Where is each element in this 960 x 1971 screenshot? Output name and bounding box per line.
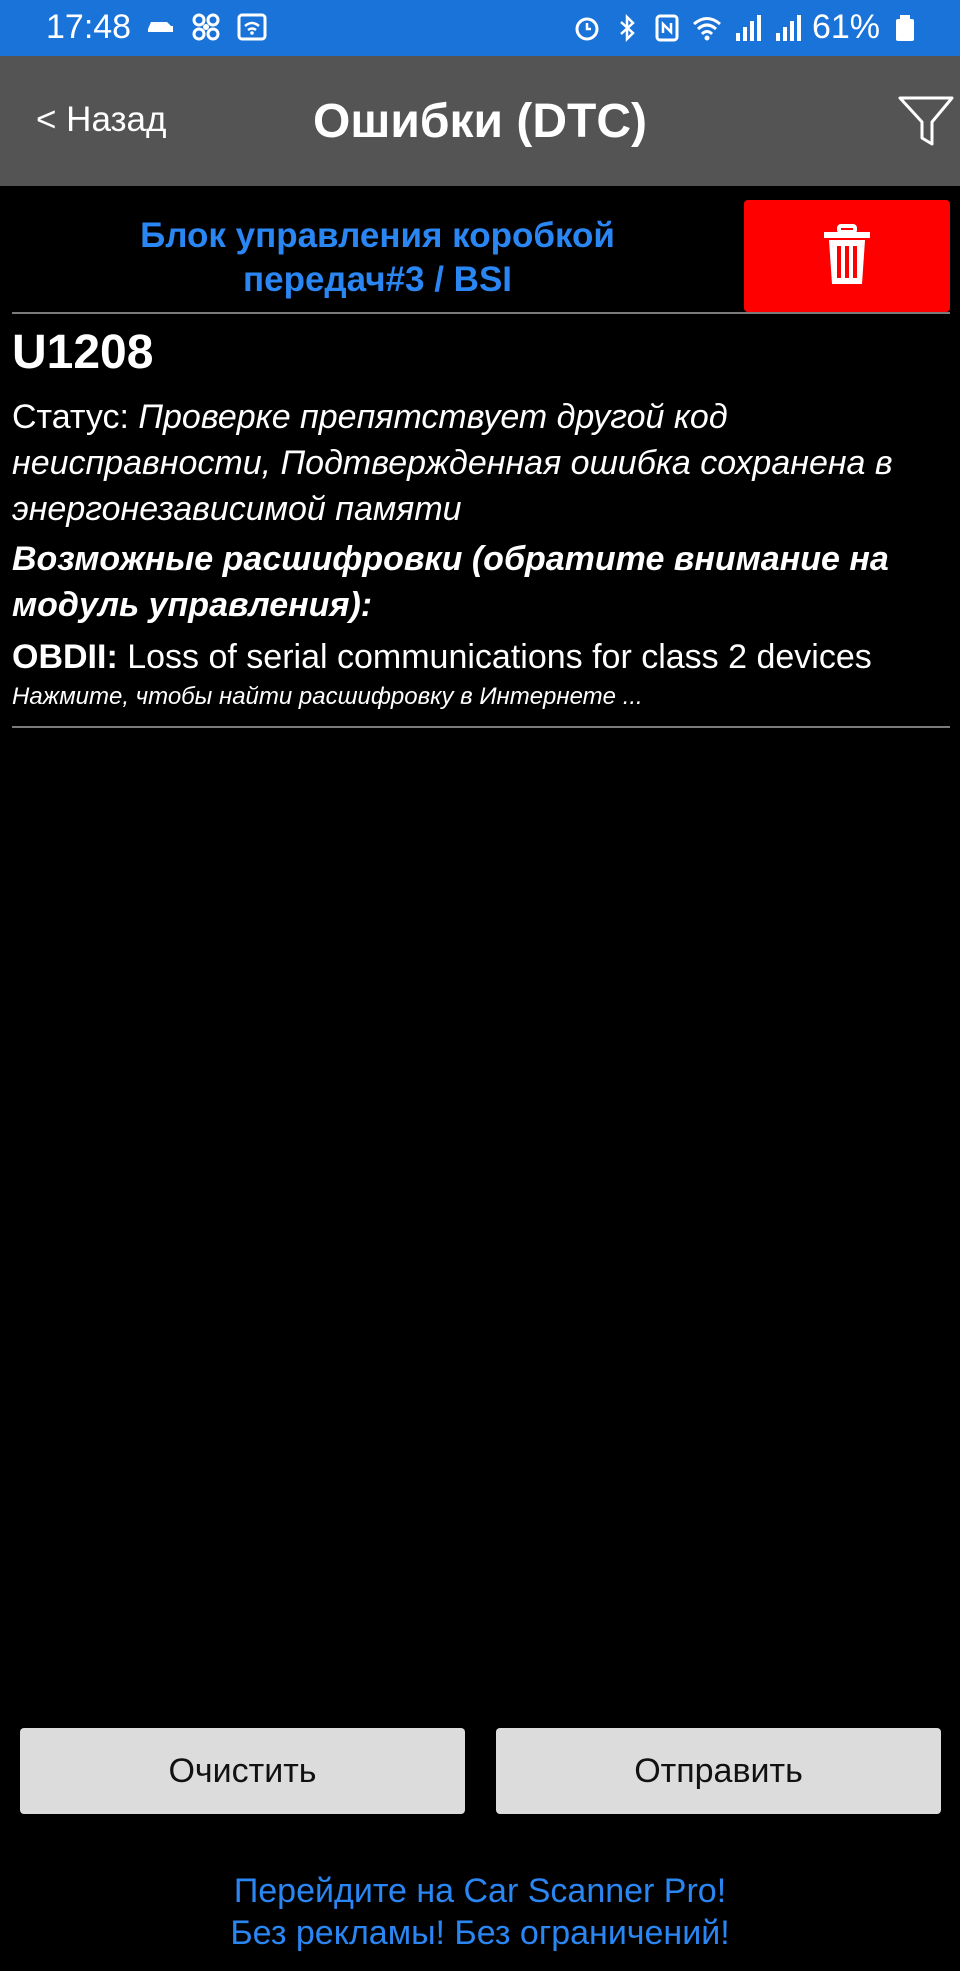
trash-icon xyxy=(824,224,870,284)
fan-icon xyxy=(191,12,221,42)
send-button[interactable]: Отправить xyxy=(496,1728,941,1814)
signal-icon xyxy=(772,13,802,43)
divider xyxy=(12,312,950,314)
bluetooth-icon xyxy=(612,13,642,43)
promo-line-1: Перейдите на Car Scanner Pro! xyxy=(233,1872,727,1910)
delete-button[interactable] xyxy=(744,200,950,312)
nfc-icon xyxy=(652,13,682,43)
module-row: Блок управления коробкой передач#3 / BSI xyxy=(0,186,960,312)
dtc-code: U1208 xyxy=(12,326,154,379)
clear-button[interactable]: Очистить xyxy=(20,1728,465,1814)
wifi-hotspot-icon xyxy=(237,12,267,42)
signal-icon xyxy=(732,13,762,43)
alarm-icon xyxy=(572,13,602,43)
status-label: Статус: xyxy=(12,398,139,436)
page-title: Ошибки (DTC) xyxy=(313,95,647,148)
filter-icon[interactable] xyxy=(896,90,956,150)
divider xyxy=(12,726,950,728)
obd-decoding: OBDII: Loss of serial communications for… xyxy=(12,634,950,680)
obd-label: OBDII: xyxy=(12,638,118,676)
module-name: Блок управления коробкой передач#3 / BSI xyxy=(140,216,615,299)
obd-text: Loss of serial communications for class … xyxy=(117,638,872,676)
possible-decodings-title: Возможные расшифровки (обратите внимание… xyxy=(12,540,889,624)
app-header: < Назад Ошибки (DTC) xyxy=(0,56,960,186)
car-icon xyxy=(145,12,175,42)
status-right-icons: 61% xyxy=(572,8,920,47)
battery-percent: 61% xyxy=(811,8,880,46)
dtc-entry[interactable]: U1208 Статус: Проверке препятствует друг… xyxy=(12,318,950,714)
battery-icon xyxy=(890,13,920,43)
status-left-icons xyxy=(145,12,267,42)
search-online-hint[interactable]: Нажмите, чтобы найти расшифровку в Интер… xyxy=(12,680,950,714)
dtc-status: Статус: Проверке препятствует другой код… xyxy=(12,394,950,532)
promo-line-2: Без рекламы! Без ограничений! xyxy=(230,1914,730,1952)
status-value: Проверке препятствует другой код неиспра… xyxy=(12,398,893,528)
pro-promo-link[interactable]: Перейдите на Car Scanner Pro! Без реклам… xyxy=(0,1870,960,1954)
status-time: 17:48 xyxy=(46,8,132,46)
status-bar: 17:48 61% xyxy=(0,0,960,56)
wifi-icon xyxy=(692,13,722,43)
